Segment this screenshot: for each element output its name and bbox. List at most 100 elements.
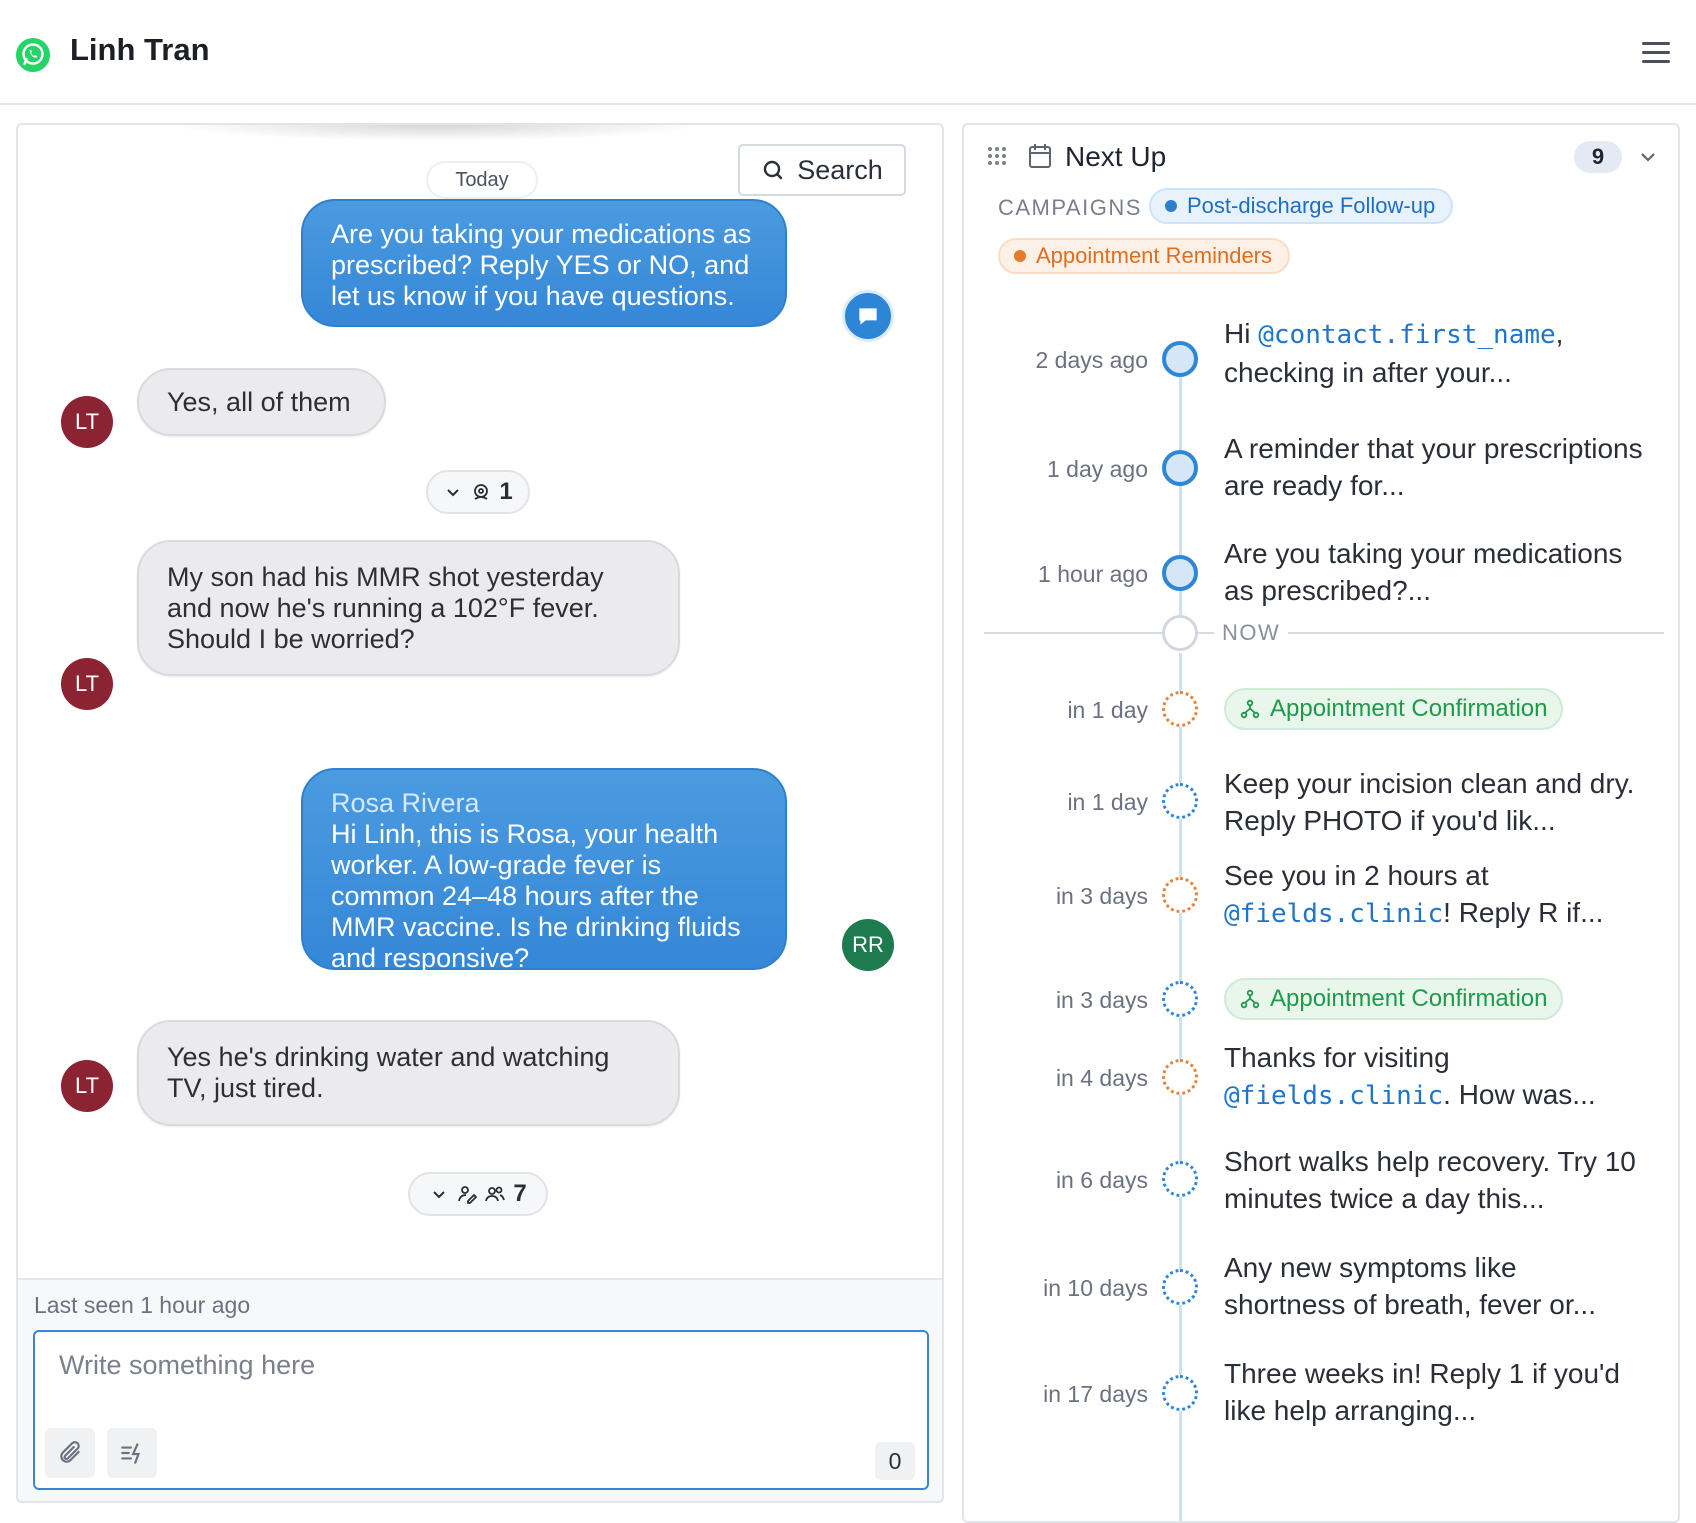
composer-area: Last seen 1 hour ago 0 <box>18 1278 942 1501</box>
flow-name: Appointment Confirmation <box>1270 695 1548 722</box>
date-divider: Today <box>426 161 538 199</box>
timeline-item-scheduled[interactable]: in 4 days Thanks for visiting @fields.cl… <box>964 1039 1678 1119</box>
collapsed-count: 7 <box>513 1180 527 1207</box>
contact-name: Linh Tran <box>70 32 210 67</box>
timeline-message: Three weeks in! Reply 1 if you'd like he… <box>1224 1358 1620 1426</box>
quick-reply-button[interactable] <box>107 1428 157 1478</box>
timeline-item-scheduled[interactable]: in 10 days Any new symptoms like shortne… <box>964 1249 1678 1329</box>
sender-name: Rosa Rivera <box>331 788 480 818</box>
flow-name: Appointment Confirmation <box>1270 985 1548 1012</box>
attach-button[interactable] <box>45 1428 95 1478</box>
timeline-time: 2 days ago <box>1035 347 1148 373</box>
bot-avatar <box>842 290 894 342</box>
agent-avatar: RR <box>842 919 894 971</box>
search-label: Search <box>797 154 883 185</box>
campaigns-label: CAMPAIGNS <box>998 195 1142 220</box>
timeline-node-sent <box>1162 341 1198 377</box>
edit-user-icon <box>458 1186 478 1204</box>
timeline-node-scheduled <box>1162 877 1198 913</box>
message-bubble-incoming[interactable]: Yes, all of them <box>137 368 386 436</box>
panel-title: Next Up <box>1065 141 1167 172</box>
character-count: 0 <box>875 1442 915 1480</box>
message-bubble-incoming[interactable]: Yes he's drinking water and watching TV,… <box>137 1020 680 1126</box>
message-text: Are you taking your medications as presc… <box>331 219 752 311</box>
campaign-name: Appointment Reminders <box>1036 243 1273 268</box>
message-text: Hi Linh, this is Rosa, your health worke… <box>331 819 741 973</box>
chat-panel: Today Search Are you taking your medicat… <box>16 123 944 1503</box>
timeline-time: in 1 day <box>1067 789 1148 815</box>
timeline-item-scheduled[interactable]: in 3 days See you in 2 hours at @fields.… <box>964 857 1678 937</box>
message-text: Yes he's drinking water and watching TV,… <box>167 1042 610 1103</box>
timeline-message: Short walks help recovery. Try 10 minute… <box>1224 1146 1636 1214</box>
now-node <box>1162 615 1198 651</box>
collapsed-events-toggle[interactable]: 1 <box>426 470 530 514</box>
timeline-message: Are you taking your medications as presc… <box>1224 538 1623 606</box>
template-variable: @fields.clinic <box>1224 899 1444 929</box>
campaign-color-dot <box>1014 250 1026 262</box>
message-text: Thanks for visiting <box>1224 1042 1450 1073</box>
timeline-message: A reminder that your prescriptions are r… <box>1224 433 1643 501</box>
timeline-item-past[interactable]: 1 hour ago Are you taking your medicatio… <box>964 535 1678 615</box>
timeline-time: in 4 days <box>1055 1065 1148 1091</box>
template-variable: @fields.clinic <box>1224 1081 1444 1111</box>
flow-icon <box>1240 989 1260 1009</box>
now-divider: NOW <box>964 614 1678 654</box>
last-seen-status: Last seen 1 hour ago <box>34 1292 251 1318</box>
agent-icon <box>474 484 489 500</box>
timeline-node-scheduled <box>1162 1059 1198 1095</box>
chat-bubble-icon <box>859 308 877 325</box>
timeline-node-scheduled <box>1162 1161 1198 1197</box>
message-text: My son had his MMR shot yesterday and no… <box>167 562 604 654</box>
search-button[interactable]: Search <box>738 144 906 196</box>
timeline-item-scheduled[interactable]: in 1 day Keep your incision clean and dr… <box>964 765 1678 845</box>
message-bubble-outgoing[interactable]: Rosa Rivera Hi Linh, this is Rosa, your … <box>301 768 787 973</box>
campaign-name: Post-discharge Follow-up <box>1187 193 1436 218</box>
timeline-item-scheduled[interactable]: in 1 day Appointment Confirmation <box>964 683 1678 743</box>
timeline-message: Hi @contact.first_name, checking in afte… <box>1224 315 1644 391</box>
timeline-node-scheduled <box>1162 1269 1198 1305</box>
timeline-message: See you in 2 hours at @fields.clinic! Re… <box>1224 857 1644 933</box>
flow-tag: Appointment Confirmation <box>1224 978 1564 1020</box>
template-variable: @contact.first_name <box>1258 320 1556 350</box>
quick-replies-icon <box>121 1443 141 1464</box>
message-input[interactable] <box>35 1332 927 1422</box>
timeline-item-past[interactable]: 1 day ago A reminder that your prescript… <box>964 430 1678 510</box>
timeline-item-scheduled[interactable]: in 3 days Appointment Confirmation <box>964 973 1678 1033</box>
contact-avatar: LT <box>61 1060 113 1112</box>
timeline-time: 1 day ago <box>1046 456 1148 482</box>
timeline-message: Any new symptoms like shortness of breat… <box>1224 1252 1596 1320</box>
users-icon <box>485 1186 506 1202</box>
message-text: See you in 2 hours at <box>1224 860 1489 891</box>
collapsed-count: 1 <box>499 478 513 505</box>
count-badge: 9 <box>1574 141 1622 173</box>
timeline-time: 1 hour ago <box>1038 561 1148 587</box>
message-text: Hi <box>1224 318 1259 349</box>
timeline-message: Keep your incision clean and dry. Reply … <box>1224 768 1635 836</box>
timeline-time: in 1 day <box>1067 697 1148 723</box>
timeline-time: in 3 days <box>1055 987 1148 1013</box>
chevron-down-icon[interactable] <box>1636 145 1660 169</box>
next-up-panel: Next Up 9 CAMPAIGNS Post-discharge Follo… <box>962 123 1680 1523</box>
timeline-item-past[interactable]: 2 days ago Hi @contact.first_name, check… <box>964 315 1678 405</box>
timeline-time: in 3 days <box>1055 883 1148 909</box>
collapsed-events-toggle[interactable]: 7 <box>408 1172 548 1216</box>
message-bubble-incoming[interactable]: My son had his MMR shot yesterday and no… <box>137 540 680 676</box>
contact-avatar: LT <box>61 658 113 710</box>
message-text: ! Reply R if... <box>1443 897 1604 928</box>
hamburger-menu-icon[interactable] <box>1642 42 1670 64</box>
timeline-item-scheduled[interactable]: in 6 days Short walks help recovery. Try… <box>964 1143 1678 1223</box>
timeline-node-scheduled <box>1162 783 1198 819</box>
flow-icon <box>1240 699 1260 719</box>
timeline-time: in 6 days <box>1055 1167 1148 1193</box>
timeline-node-sent <box>1162 555 1198 591</box>
campaign-chip[interactable]: Post-discharge Follow-up <box>1149 188 1454 224</box>
paperclip-icon <box>60 1441 80 1463</box>
flow-tag: Appointment Confirmation <box>1224 688 1564 730</box>
campaign-chip[interactable]: Appointment Reminders <box>998 238 1291 274</box>
timeline-time: in 10 days <box>1043 1275 1148 1301</box>
timeline-item-scheduled[interactable]: in 17 days Three weeks in! Reply 1 if yo… <box>964 1355 1678 1435</box>
message-bubble-outgoing[interactable]: Are you taking your medications as presc… <box>301 199 787 327</box>
drag-handle-icon[interactable] <box>986 145 1008 167</box>
campaign-color-dot <box>1165 200 1177 212</box>
message-text: Yes, all of them <box>167 386 351 417</box>
